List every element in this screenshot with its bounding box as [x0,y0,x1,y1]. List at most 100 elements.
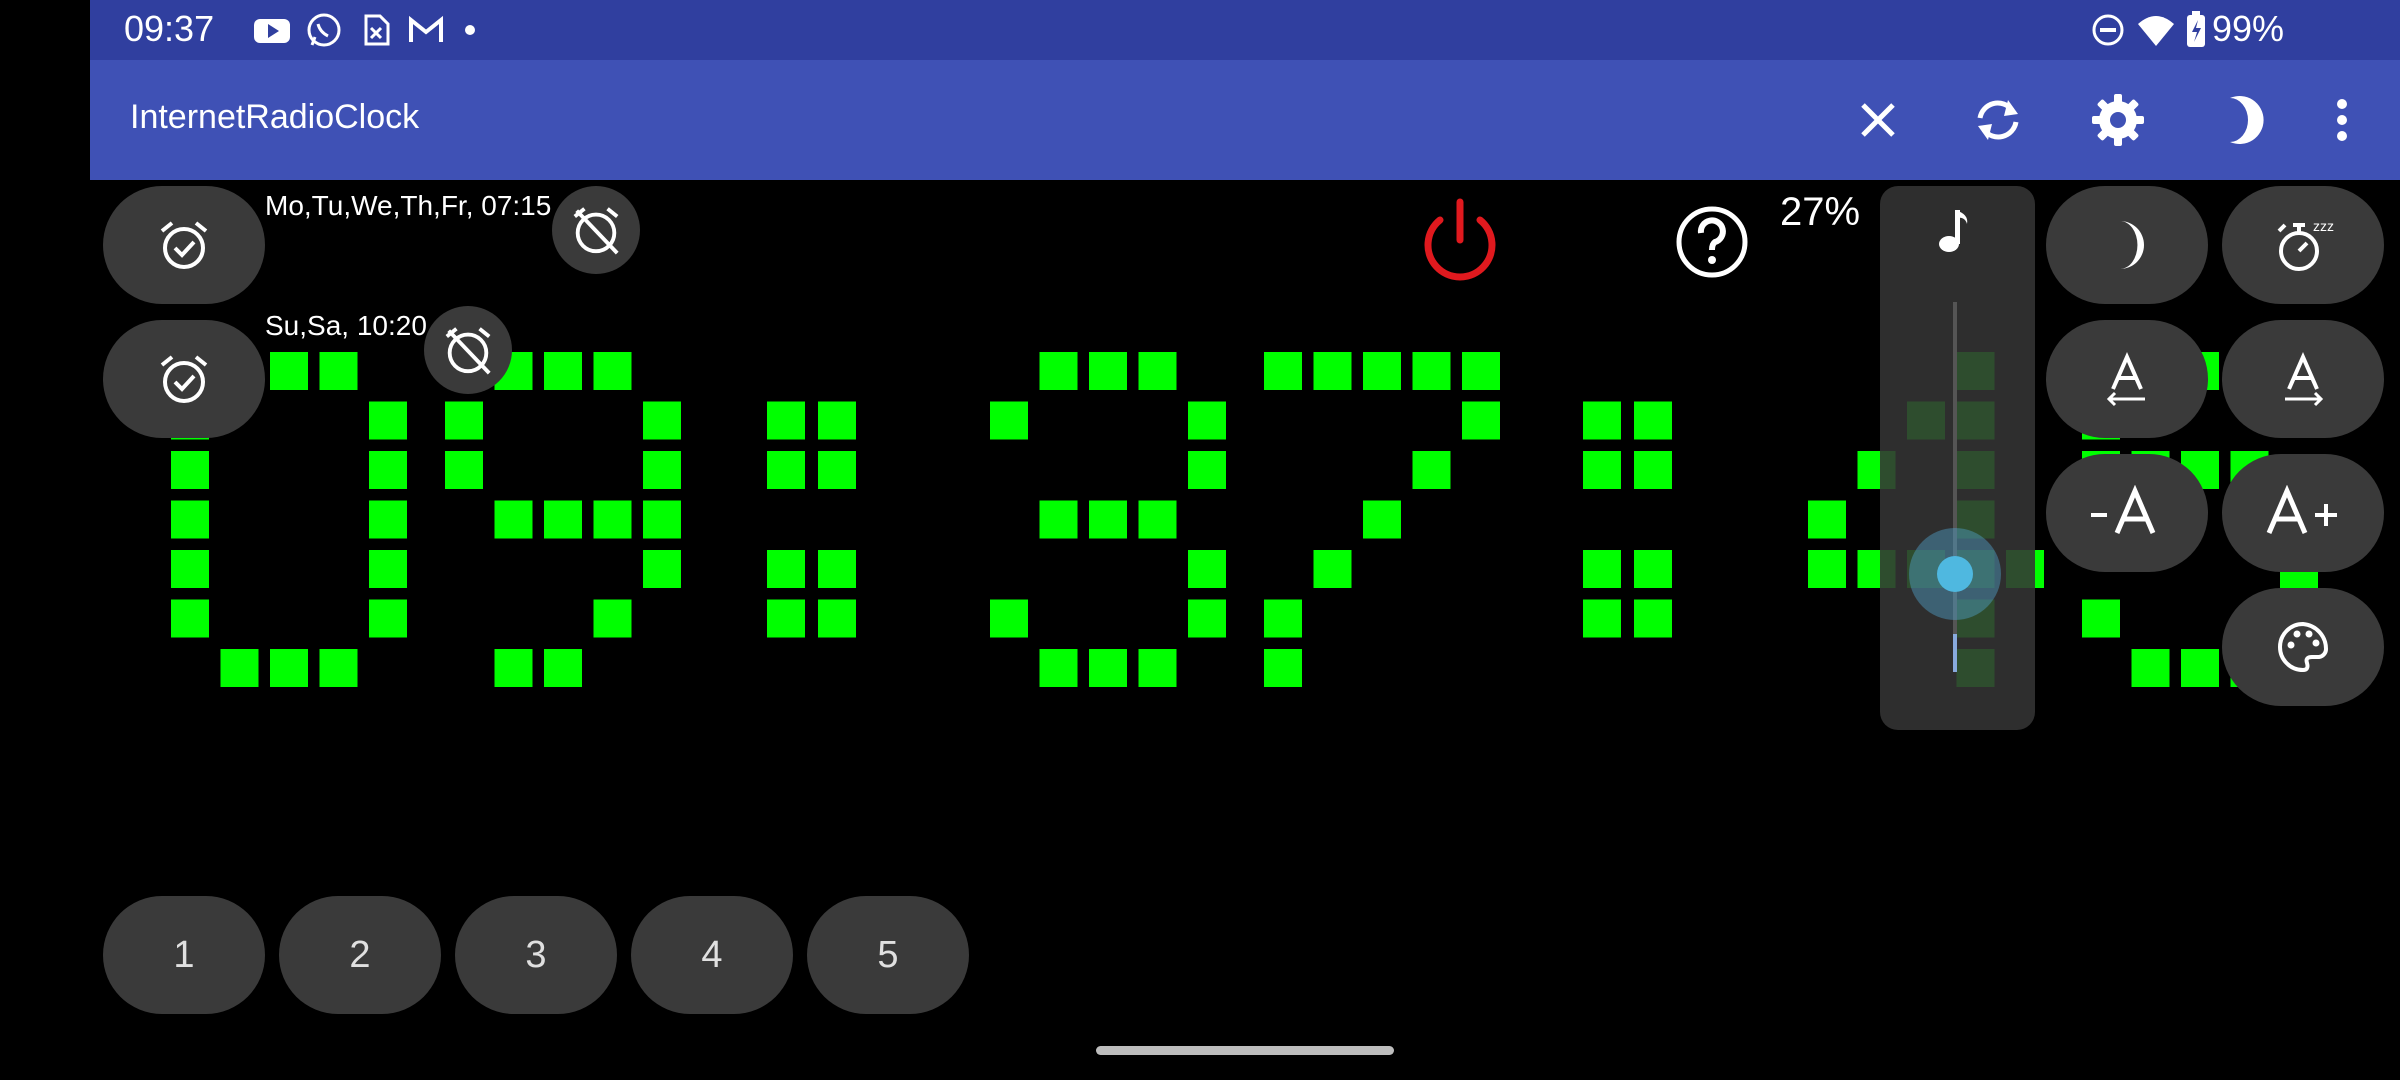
clock-colon-dot [767,401,805,440]
alarm-2-button[interactable] [103,320,265,438]
svg-text:zzz: zzz [2313,218,2334,234]
more-vert-icon[interactable] [2312,90,2372,150]
clock-digit-0-pixel [270,352,308,390]
clock-colon-dot [1634,599,1672,638]
dot-icon [465,25,475,35]
power-icon[interactable] [1414,196,1506,288]
preset-3-button[interactable]: 3 [455,896,617,1014]
clock-colon-dot [818,550,856,588]
alarm-2-disable-button[interactable] [424,306,512,394]
clock-digit-3-pixel [1462,401,1500,440]
sleep-timer-icon: zzz [2277,218,2334,271]
preset-2-button[interactable]: 2 [279,896,441,1014]
clock-digit-1-pixel [445,401,483,440]
clock-digit-1-pixel [544,649,582,687]
clock-colon-dot [767,550,805,588]
clock-digit-5-pixel [2131,649,2170,687]
clock-colon-dot [1634,401,1672,440]
clock-digit-1-pixel [643,500,681,539]
alarm-off-icon [445,327,491,375]
clock-digit-2-pixel [1089,500,1127,539]
clock-digit-0-pixel [171,599,209,638]
clock-colon-dot [1583,451,1621,489]
alarm-1-label: Mo,Tu,We,Th,Fr, 07:15 [265,190,552,221]
alarm-on-icon [160,355,208,403]
do-not-disturb-icon [2092,14,2124,46]
sleep-timer-button[interactable]: zzz [2222,186,2384,304]
text-decrease-icon [2091,485,2156,534]
text-shift-right-icon [2285,352,2324,407]
clock-digit-2-pixel [1188,401,1226,440]
clock-digit-0-pixel [369,599,407,638]
clock-digit-1-pixel [445,451,483,489]
clock-colon-dot [818,451,856,489]
clock-digit-2-pixel [1089,352,1127,390]
alarm-2-label: Su,Sa, 10:20 [265,310,427,341]
volume-panel [1880,186,2035,730]
help-icon[interactable] [1674,204,1750,280]
wifi-icon [2138,16,2174,46]
status-time: 09:37 [124,8,215,49]
clock-digit-3-pixel [1412,352,1451,390]
text-shift-left-icon [2106,352,2145,407]
alarm-on-icon [160,221,208,269]
clock-digit-3-pixel [1412,451,1451,489]
close-icon[interactable] [1848,90,1908,150]
preset-1-button[interactable]: 1 [103,896,265,1014]
clock-digit-1-pixel [593,352,632,390]
youtube-icon [254,19,290,43]
alarm-1-button[interactable] [103,186,265,304]
volume-slider-fill [1953,634,1957,672]
night-mode-icon [2120,221,2144,269]
clock-digit-3-pixel [1313,550,1352,588]
clock-digit-4-pixel [1808,500,1846,539]
volume-percent: 27% [1780,190,1861,234]
clock-digit-0-pixel [220,649,259,687]
battery-percent: 99% [2211,8,2284,49]
clock-digit-0-pixel [369,401,407,440]
clock-colon-dot [818,401,856,440]
text-larger-button[interactable] [2222,454,2384,572]
status-bar: 09:37 99% [90,0,2400,60]
clock-digit-0-pixel [369,451,407,489]
clock-digit-3-pixel [1264,599,1302,638]
clock-digit-1-pixel [643,401,681,440]
volume-slider-thumb[interactable] [1937,556,1973,592]
sync-icon[interactable] [1968,90,2028,150]
clock-colon-dot [767,599,805,638]
clock-digit-3-pixel [1313,352,1352,390]
battery-charging-icon [2187,11,2205,47]
text-increase-icon [2266,485,2337,534]
text-align-left-button[interactable] [2046,320,2208,438]
gesture-nav-handle[interactable] [1096,1046,1394,1055]
clock-digit-0-pixel [369,550,407,588]
color-palette-button[interactable] [2222,588,2384,706]
night-mode-icon[interactable] [2208,90,2268,150]
settings-icon[interactable] [2088,90,2148,150]
whatsapp-icon [307,13,341,47]
night-mode-button[interactable] [2046,186,2208,304]
clock-digit-0-pixel [171,500,209,539]
clock-digit-1-pixel [494,500,533,539]
clock-digit-3-pixel [1363,500,1401,539]
clock-digit-0-pixel [270,649,308,687]
clock-colon-dot [818,599,856,638]
text-smaller-button[interactable] [2046,454,2208,572]
clock-colon-dot [767,451,805,489]
palette-icon [2278,621,2329,673]
clock-digit-2-pixel [1089,649,1127,687]
preset-5-button[interactable]: 5 [807,896,969,1014]
clock-colon-dot [1583,599,1621,638]
clock-digit-2-pixel [1188,599,1226,638]
clock-digit-1-pixel [494,649,533,687]
clock-digit-3-pixel [1462,352,1500,390]
preset-4-button[interactable]: 4 [631,896,793,1014]
clock-digit-1-pixel [643,451,681,489]
app-bar: InternetRadioClock [90,60,2400,180]
alarm-1-disable-button[interactable] [552,186,640,274]
clock-digit-1-pixel [593,599,632,638]
clock-digit-2-pixel [990,401,1028,440]
text-align-right-button[interactable] [2222,320,2384,438]
clock-digit-2-pixel [1039,500,1078,539]
clock-digit-2-pixel [1039,649,1078,687]
